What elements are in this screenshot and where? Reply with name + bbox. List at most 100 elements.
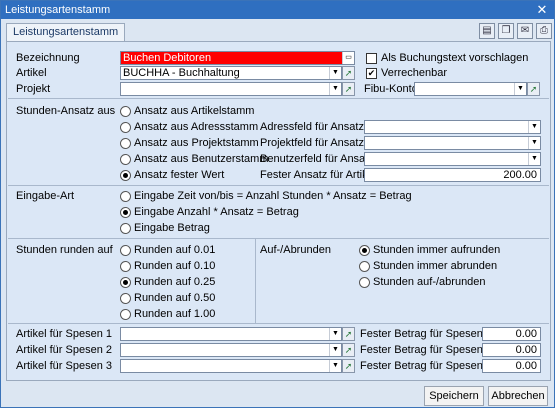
radio-runden-100[interactable]	[120, 309, 131, 320]
save-button[interactable]: Speichern	[424, 386, 484, 406]
verrechenbar-label: Verrechenbar	[381, 67, 448, 79]
adressfeld-select[interactable]: ▼	[364, 120, 541, 134]
aufab-option-label: Stunden immer aufrunden	[373, 244, 501, 256]
divider	[8, 185, 549, 186]
spesen-betrag-input[interactable]: 0.00	[482, 343, 541, 357]
spesen-betrag-label: Fester Betrag für Spesen 3	[360, 360, 493, 372]
radio-eingabe-anzahl[interactable]	[120, 207, 131, 218]
text-edit-icon[interactable]: ▭	[342, 52, 354, 64]
chevron-down-icon[interactable]: ▼	[528, 137, 540, 149]
radio-runden-001[interactable]	[120, 245, 131, 256]
runden-option-label: Runden auf 0.50	[134, 292, 216, 304]
print-icon[interactable]: ⎙	[536, 23, 552, 39]
verrechenbar-checkbox[interactable]: ✔	[366, 68, 377, 79]
runden-option-label: Runden auf 0.01	[134, 244, 216, 256]
fibu-label: Fibu-Konto	[364, 83, 418, 95]
chevron-down-icon[interactable]: ▼	[528, 121, 540, 133]
ansatz-option-label: Ansatz aus Adressstamm	[134, 121, 259, 133]
spesen-artikel-label: Artikel für Spesen 2	[16, 344, 112, 356]
artikel-label: Artikel	[16, 67, 47, 79]
chevron-down-icon[interactable]: ▼	[528, 153, 540, 165]
divider	[8, 323, 549, 324]
spesen-search-icon[interactable]: ➚	[342, 343, 355, 357]
spesen-artikel-label: Artikel für Spesen 1	[16, 328, 112, 340]
eingabe-option-label: Eingabe Anzahl * Ansatz = Betrag	[134, 206, 299, 218]
benutzerfeld-select[interactable]: ▼	[364, 152, 541, 166]
spesen-betrag-input[interactable]: 0.00	[482, 359, 541, 373]
radio-eingabe-zeit[interactable]	[120, 191, 131, 202]
fibu-search-icon[interactable]: ➚	[527, 82, 540, 96]
runden-option-label: Runden auf 1.00	[134, 308, 216, 320]
eingabe-option-label: Eingabe Zeit von/bis = Anzahl Stunden * …	[134, 190, 412, 202]
runden-option-label: Runden auf 0.10	[134, 260, 216, 272]
radio-runden-050[interactable]	[120, 293, 131, 304]
divider	[8, 238, 549, 239]
form-panel: Bezeichnung Buchen Debitoren ▭ Artikel B…	[6, 41, 551, 381]
ansatz-option-label: Ansatz aus Artikelstamm	[134, 105, 255, 117]
projekt-search-icon[interactable]: ➚	[342, 82, 355, 96]
projekt-label: Projekt	[16, 83, 51, 95]
buchungstext-checkbox[interactable]	[366, 53, 377, 64]
aufab-label: Auf-/Abrunden	[260, 244, 331, 256]
artikel-search-icon[interactable]: ➚	[342, 66, 355, 80]
projekt-select[interactable]: ▼	[120, 82, 342, 96]
dialog-window: Leistungsartenstamm ✕ Leistungsartenstam…	[0, 0, 555, 408]
bezeichnung-input[interactable]: Buchen Debitoren ▭	[120, 51, 355, 65]
runden-option-label: Runden auf 0.25	[134, 276, 216, 288]
chevron-down-icon[interactable]: ▼	[329, 67, 341, 79]
spesen-betrag-input[interactable]: 0.00	[482, 327, 541, 341]
radio-ansatz-artikel[interactable]	[120, 106, 131, 117]
aufab-option-label: Stunden auf-/abrunden	[373, 276, 486, 288]
radio-abrunden[interactable]	[359, 261, 370, 272]
spesen-artikel-select[interactable]: ▼	[120, 343, 342, 357]
spesen-search-icon[interactable]: ➚	[342, 359, 355, 373]
radio-ansatz-fest[interactable]	[120, 170, 131, 181]
ansatz-option-label: Ansatz fester Wert	[134, 169, 225, 181]
copy-icon[interactable]: ❐	[498, 23, 514, 39]
ansatz-option-label: Ansatz aus Benutzerstamm	[134, 153, 269, 165]
fester-ansatz-input[interactable]: 200.00	[364, 168, 541, 182]
spesen-artikel-label: Artikel für Spesen 3	[16, 360, 112, 372]
divider	[8, 98, 549, 99]
fibu-select[interactable]: ▼	[414, 82, 527, 96]
radio-runden-025[interactable]	[120, 277, 131, 288]
spesen-betrag-label: Fester Betrag für Spesen 2	[360, 344, 493, 356]
fester-ansatz-label: Fester Ansatz für Artikel	[260, 169, 377, 181]
spesen-artikel-select[interactable]: ▼	[120, 327, 342, 341]
artikel-select[interactable]: BUCHHA - Buchhaltung ▼	[120, 66, 342, 80]
radio-aufabrunden[interactable]	[359, 277, 370, 288]
title-bar: Leistungsartenstamm ✕	[1, 1, 554, 19]
radio-runden-010[interactable]	[120, 261, 131, 272]
ansatz-option-label: Ansatz aus Projektstamm	[134, 137, 259, 149]
mail-icon[interactable]: ✉	[517, 23, 533, 39]
spesen-betrag-label: Fester Betrag für Spesen 1	[360, 328, 493, 340]
stunden-ansatz-label: Stunden-Ansatz aus	[16, 105, 116, 117]
projektfeld-label: Projektfeld für Ansatz	[260, 137, 364, 149]
spesen-artikel-select[interactable]: ▼	[120, 359, 342, 373]
benutzerfeld-label: Benutzerfeld für Ansatz	[260, 153, 374, 165]
eingabe-option-label: Eingabe Betrag	[134, 222, 210, 234]
projektfeld-select[interactable]: ▼	[364, 136, 541, 150]
tab-leistungsartenstamm[interactable]: Leistungsartenstamm	[6, 23, 126, 41]
radio-ansatz-benutzer[interactable]	[120, 154, 131, 165]
close-icon[interactable]: ✕	[534, 2, 550, 18]
chevron-down-icon[interactable]: ▼	[329, 83, 341, 95]
chevron-down-icon[interactable]: ▼	[329, 328, 341, 340]
runden-label: Stunden runden auf	[16, 244, 113, 256]
buchungstext-label: Als Buchungstext vorschlagen	[381, 52, 529, 64]
aufab-option-label: Stunden immer abrunden	[373, 260, 498, 272]
folder-icon[interactable]: ▤	[479, 23, 495, 39]
chevron-down-icon[interactable]: ▼	[329, 344, 341, 356]
bezeichnung-label: Bezeichnung	[16, 52, 80, 64]
radio-aufrunden[interactable]	[359, 245, 370, 256]
radio-ansatz-projekt[interactable]	[120, 138, 131, 149]
radio-ansatz-adresse[interactable]	[120, 122, 131, 133]
eingabe-art-label: Eingabe-Art	[16, 190, 75, 202]
window-title: Leistungsartenstamm	[5, 4, 111, 16]
chevron-down-icon[interactable]: ▼	[329, 360, 341, 372]
radio-eingabe-betrag[interactable]	[120, 223, 131, 234]
divider	[255, 239, 256, 323]
spesen-search-icon[interactable]: ➚	[342, 327, 355, 341]
chevron-down-icon[interactable]: ▼	[514, 83, 526, 95]
cancel-button[interactable]: Abbrechen	[488, 386, 548, 406]
